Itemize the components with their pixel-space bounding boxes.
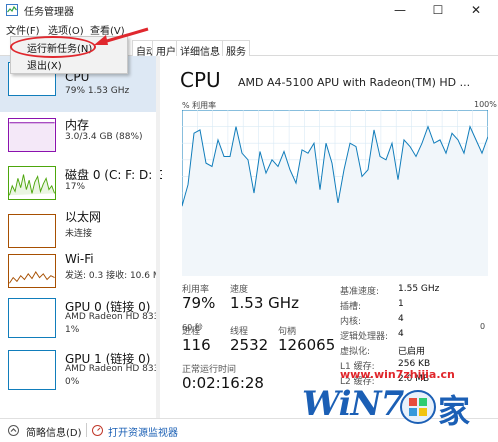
resource-name: 以太网 [65,210,102,224]
maximize-button[interactable]: ☐ [424,0,452,20]
spec-value: 1 [398,299,404,309]
speed-value: 1.53 GHz [230,294,299,312]
utilization-value: 79% [182,294,216,312]
resource-sub: 79% 1.53 GHz [65,86,130,96]
resource-name: 内存 [65,118,90,132]
utilization-axis-max: 100% [474,100,497,109]
annotation-arrow [94,27,149,45]
time-axis-right: 0 [480,322,486,331]
cpu-title: CPU [180,68,221,92]
gpu1-thumbnail [8,350,56,390]
uptime-value: 0:02:16:28 [182,374,264,392]
resource-sub: 发送: 0.3 接收: 10.6 M [65,271,161,281]
task-manager-icon [6,4,18,16]
spec-value: 已启用 [398,347,426,357]
cpu-detail-pane: CPU AMD A4-5100 APU with Radeon(TM) HD .… [162,56,498,418]
ethernet-thumbnail [8,214,56,248]
tab-details[interactable]: 详细信息 [176,40,224,58]
window-title: 任务管理器 [24,7,74,18]
menu-exit[interactable]: 退出(X) [27,57,62,72]
watermark-logo: WiN7 [302,384,404,424]
watermark-url: www.win7zhijia.cn [340,368,455,381]
minimize-icon: — [394,3,406,17]
watermark: www.win7zhijia.cn WiN7 家 [300,368,490,438]
spec-label: 逻辑处理器: [340,332,389,342]
spec-value: 1.55 GHz [398,284,440,294]
spec-label: 基准速度: [340,287,380,297]
spec-label: 内核: [340,317,362,327]
footer-divider [86,423,87,437]
brief-info-button[interactable]: 简略信息(D) [26,424,82,439]
open-resource-monitor-link[interactable]: 打开资源监视器 [108,424,178,439]
spec-label: 虚拟化: [340,347,371,357]
threads-value: 2532 [230,336,269,354]
spec-label: 插槽: [340,302,362,312]
gpu0-thumbnail [8,298,56,338]
tab-services[interactable]: 服务 [222,40,250,58]
windows-flag-icon [400,390,436,424]
chevron-up-icon[interactable] [8,425,19,436]
wifi-thumbnail [8,254,56,288]
menu-bar: 文件(F) 选项(O) 查看(V) [0,20,498,37]
memory-thumbnail [8,118,56,152]
close-icon: ✕ [470,3,482,17]
resource-list: CPU 79% 1.53 GHz 内存 3.0/3.4 GB (88%) 磁盘 … [0,56,165,418]
resource-gpu1[interactable]: GPU 1 (链接 0) AMD Radeon HD 833 0% [0,346,160,402]
cpu-model: AMD A4-5100 APU with Radeon(TM) HD ... [238,76,471,89]
maximize-icon: ☐ [432,3,444,17]
resource-sub: 未连接 [65,229,93,239]
spec-value: 4 [398,314,404,324]
menu-file[interactable]: 文件(F) [6,22,40,37]
resource-name: 磁盘 0 (C: F: D: G [65,168,166,182]
minimize-button[interactable]: — [386,0,414,20]
resource-sub: 3.0/3.4 GB (88%) [65,132,143,142]
close-button[interactable]: ✕ [462,0,490,20]
annotation-circle [10,36,96,58]
watermark-home-char: 家 [438,392,471,430]
resource-gpu0[interactable]: GPU 0 (链接 0) AMD Radeon HD 833 1% [0,294,160,350]
resource-name: Wi-Fi [65,252,94,266]
spec-value: 4 [398,329,404,339]
disk-thumbnail [8,166,56,200]
title-bar: 任务管理器 — ☐ ✕ [0,0,498,20]
resource-list-scrollbar[interactable] [156,56,160,418]
resource-sub: 1% [65,325,80,335]
processes-value: 116 [182,336,211,354]
resource-monitor-icon [92,425,103,436]
cpu-utilization-graph [182,110,488,276]
resource-sub: AMD Radeon HD 833 [65,312,160,322]
menu-options[interactable]: 选项(O) [48,22,84,37]
resource-sub: 17% [65,182,86,192]
resource-sub: AMD Radeon HD 833 [65,364,160,374]
resource-sub: 0% [65,377,80,387]
handles-value: 126065 [278,336,336,354]
